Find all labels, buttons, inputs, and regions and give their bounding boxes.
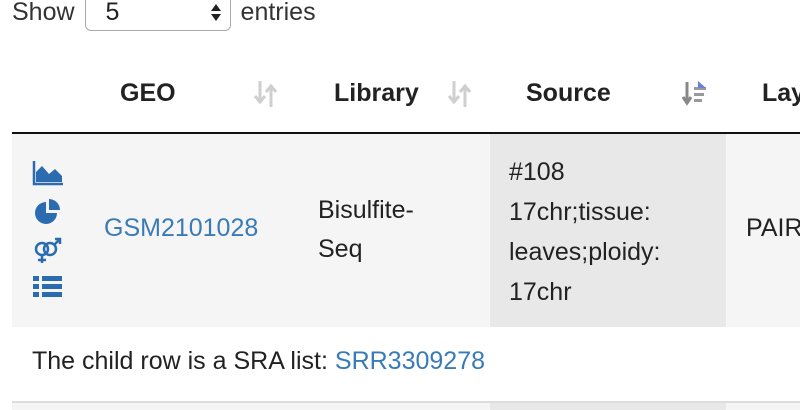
list-icon[interactable]	[32, 274, 64, 304]
child-row: The child row is a SRA list: SRR3309278	[12, 327, 800, 403]
library-line: Bisulfite-	[318, 196, 414, 224]
length-prefix: Show	[12, 0, 75, 26]
sort-descending-icon[interactable]	[682, 81, 706, 107]
column-header-label: Lay	[762, 79, 800, 107]
gender-icon[interactable]	[32, 236, 64, 266]
select-caret-icon	[210, 4, 222, 22]
entries-select[interactable]: 5	[84, 0, 231, 31]
length-suffix: entries	[240, 0, 316, 26]
layout-cell: PAIR	[746, 214, 800, 242]
next-row-partial	[12, 403, 800, 410]
sort-both-icon[interactable]	[448, 81, 472, 107]
column-header-label: GEO	[120, 79, 176, 107]
source-line: leaves;ploidy:	[509, 238, 661, 266]
source-cell: #108 17chr;tissue: leaves;ploidy: 17chr	[509, 152, 709, 312]
library-cell: Bisulfite- Seq	[318, 191, 458, 269]
column-header-label: Library	[334, 79, 419, 107]
source-line: #108	[509, 158, 565, 186]
library-line: Seq	[318, 235, 363, 263]
geo-accession-link[interactable]: GSM2101028	[104, 214, 258, 243]
column-header-source[interactable]: Source	[526, 54, 611, 132]
child-row-content: The child row is a SRA list: SRR3309278	[12, 327, 800, 403]
child-row-text: The child row is a SRA list: SRR3309278	[32, 347, 485, 376]
column-header-geo[interactable]: GEO	[120, 54, 176, 132]
row-action-icons	[32, 160, 64, 312]
area-chart-icon[interactable]	[32, 160, 64, 190]
sra-run-link[interactable]: SRR3309278	[335, 347, 485, 375]
column-header-label: Source	[526, 79, 611, 107]
pie-chart-icon[interactable]	[32, 198, 64, 228]
source-line: 17chr;tissue:	[509, 198, 651, 226]
sorted-column-cell	[490, 403, 726, 410]
data-table: GEO Library Source Lay	[12, 54, 800, 134]
column-header-library[interactable]: Library	[334, 54, 419, 132]
entries-select-value: 5	[105, 0, 120, 26]
length-control: Show 5 entries	[12, 0, 316, 32]
source-line: 17chr	[509, 278, 572, 306]
child-row-label: The child row is a SRA list:	[32, 347, 335, 375]
table-header: GEO Library Source Lay	[12, 54, 800, 134]
sort-both-icon[interactable]	[254, 81, 278, 107]
column-header-layout[interactable]: Lay	[762, 54, 800, 132]
